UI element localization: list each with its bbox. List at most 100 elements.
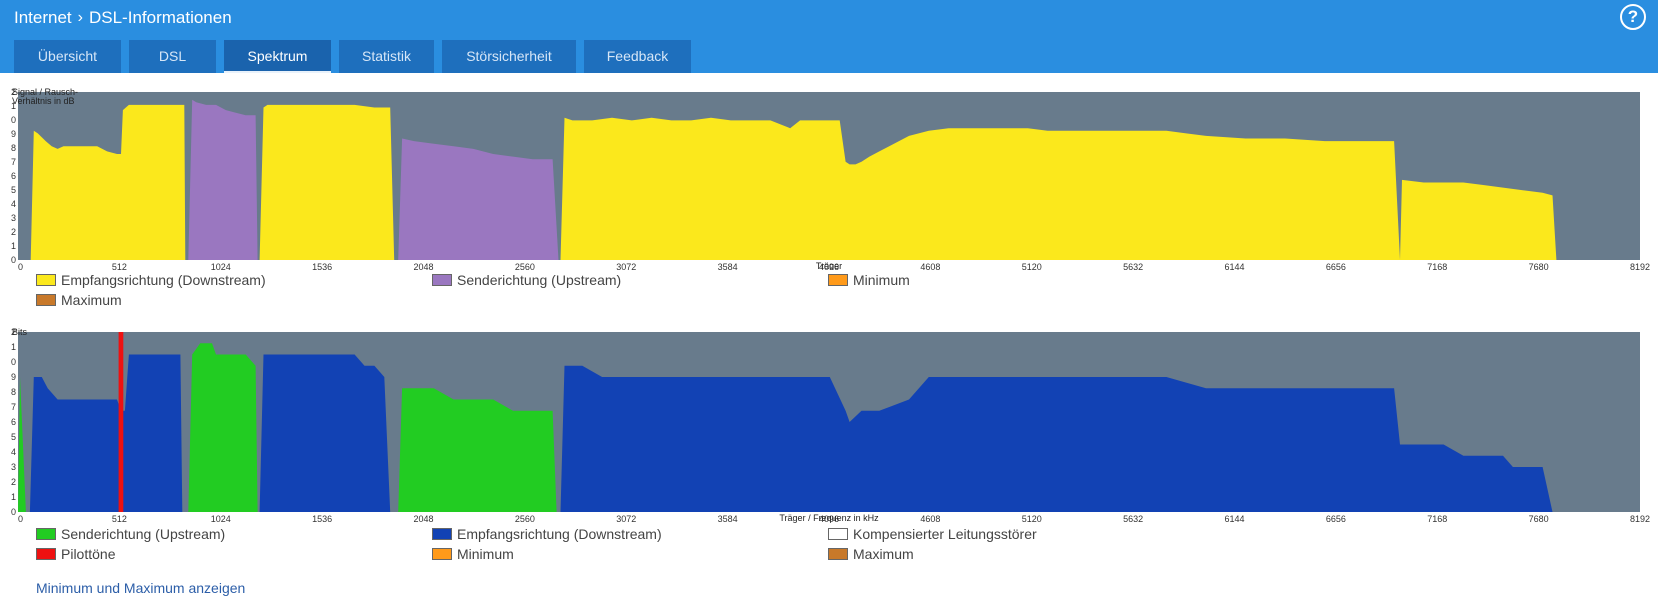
legend-downstream: Empfangsrichtung (Downstream): [432, 526, 662, 542]
x-tick-label: 7168: [1427, 514, 1447, 524]
series-area: [118, 332, 124, 512]
show-min-max-link[interactable]: Minimum und Maximum anzeigen: [36, 580, 245, 596]
legend-maximum: Maximum: [36, 292, 122, 308]
y-tick-label: 8: [11, 387, 16, 397]
series-area: [188, 343, 258, 512]
x-tick-label: 4608: [920, 514, 940, 524]
series-area: [188, 99, 258, 260]
x-tick-label: 7168: [1427, 262, 1447, 270]
legend-swatch: [432, 274, 452, 286]
x-tick-label: 2560: [515, 514, 535, 524]
legend-swatch: [36, 548, 56, 560]
legend-label: Senderichtung (Upstream): [61, 526, 226, 542]
x-tick-label: 7680: [1529, 262, 1549, 270]
y-axis-label: Bits: [12, 327, 28, 337]
legend-label: Minimum: [853, 272, 910, 288]
x-tick-label: 6656: [1326, 514, 1346, 524]
y-tick-label: 6: [11, 171, 16, 181]
x-tick-label: 512: [112, 514, 127, 524]
x-tick-label: 5120: [1022, 262, 1042, 270]
series-area: [1400, 179, 1557, 260]
y-tick-label: 9: [11, 372, 16, 382]
legend-minimum: Minimum: [432, 546, 514, 562]
snr-chart-svg: 0123456789012Signal / Rausch-Verhältnis …: [11, 87, 1650, 272]
x-tick-label: 2048: [413, 514, 433, 524]
y-tick-label: 7: [11, 157, 16, 167]
x-tick-label: 1536: [312, 262, 332, 270]
breadcrumb-internet[interactable]: Internet: [14, 8, 72, 28]
y-axis-label: Verhältnis in dB: [12, 96, 75, 106]
series-area: [259, 354, 391, 512]
y-tick-label: 9: [11, 129, 16, 139]
y-tick-label: 3: [11, 462, 16, 472]
x-tick-label: 8192: [1630, 262, 1650, 270]
y-tick-label: 2: [11, 477, 16, 487]
tab-dsl[interactable]: DSL: [129, 40, 216, 73]
x-tick-label: 6144: [1224, 514, 1244, 524]
legend-swatch: [432, 548, 452, 560]
x-tick-label: 1024: [211, 262, 231, 270]
x-tick-label: 512: [112, 262, 127, 270]
y-tick-label: 0: [11, 507, 16, 517]
legend-label: Maximum: [61, 292, 122, 308]
x-tick-label: 0: [18, 514, 23, 524]
y-tick-label: 4: [11, 199, 16, 209]
legend-swatch: [36, 274, 56, 286]
legend-label: Empfangsrichtung (Downstream): [61, 272, 266, 288]
y-tick-label: 0: [11, 255, 16, 265]
bits-chart: 0 1 2 3 4 5 6 7 8 9 0 1 2 Bits 0 512 1024 1536 2048 2560 307…: [0, 324, 1658, 531]
legend-swatch: [36, 294, 56, 306]
legend-label: Pilottöne: [61, 546, 116, 562]
x-tick-label: 2560: [515, 262, 535, 270]
tab-spektrum[interactable]: Spektrum: [224, 40, 331, 73]
snr-chart: 0 1 2 3 4 5 6 7 8 9 0 1 2 Signal / Rausch- Verhältnis …: [0, 84, 1658, 275]
legend-pilot: Pilottöne: [36, 546, 115, 562]
legend-label: Kompensierter Leitungsstörer: [853, 526, 1037, 542]
y-tick-label: 1: [11, 342, 16, 352]
x-tick-label: 6656: [1326, 262, 1346, 270]
x-tick-label: 3072: [616, 514, 636, 524]
x-axis-label: Träger: [816, 261, 842, 270]
x-tick-label: 1024: [211, 514, 231, 524]
legend-maximum: Maximum: [828, 546, 914, 562]
y-tick-label: 0: [11, 357, 16, 367]
x-tick-label: 3584: [718, 262, 738, 270]
y-tick-label: 5: [11, 432, 16, 442]
legend-label: Maximum: [853, 546, 914, 562]
bits-chart-svg: 0123456789012Bits0 512 1024 1536 2048 2560 307…: [11, 327, 1650, 524]
legend-label: Minimum: [457, 546, 514, 562]
legend-label: Empfangsrichtung (Downstream): [457, 526, 662, 542]
x-tick-label: 1536: [312, 514, 332, 524]
legend-swatch: [828, 274, 848, 286]
legend-swatch: [828, 528, 848, 540]
x-tick-label: 7680: [1529, 514, 1549, 524]
x-tick-label: 4608: [920, 262, 940, 270]
y-tick-label: 4: [11, 447, 16, 457]
legend-upstream: Senderichtung (Upstream): [432, 272, 621, 288]
tab-statistik[interactable]: Statistik: [339, 40, 434, 73]
y-tick-label: 5: [11, 185, 16, 195]
tab-stoersicherheit[interactable]: Störsicherheit: [442, 40, 576, 73]
legend-swatch: [36, 528, 56, 540]
x-tick-label: 6144: [1224, 262, 1244, 270]
chevron-right-icon: ›: [77, 9, 83, 26]
x-tick-label: 3072: [616, 262, 636, 270]
tab-bar: Übersicht DSL Spektrum Statistik Störsic…: [14, 40, 691, 73]
legend-downstream: Empfangsrichtung (Downstream): [36, 272, 266, 288]
series-area: [560, 117, 1400, 260]
y-tick-label: 7: [11, 402, 16, 412]
y-tick-label: 1: [11, 492, 16, 502]
x-tick-label: 0: [18, 262, 23, 270]
legend-upstream: Senderichtung (Upstream): [36, 526, 225, 542]
x-tick-label: 5632: [1123, 262, 1143, 270]
x-axis-label: Träger / Frequenz in kHz: [779, 513, 879, 523]
tab-uebersicht[interactable]: Übersicht: [14, 40, 121, 73]
legend-swatch: [828, 548, 848, 560]
series-area: [259, 104, 395, 261]
legend-swatch: [432, 528, 452, 540]
y-tick-label: 3: [11, 213, 16, 223]
x-tick-label: 3584: [718, 514, 738, 524]
help-icon[interactable]: ?: [1620, 4, 1646, 30]
y-tick-label: 1: [11, 241, 16, 251]
tab-feedback[interactable]: Feedback: [584, 40, 691, 73]
